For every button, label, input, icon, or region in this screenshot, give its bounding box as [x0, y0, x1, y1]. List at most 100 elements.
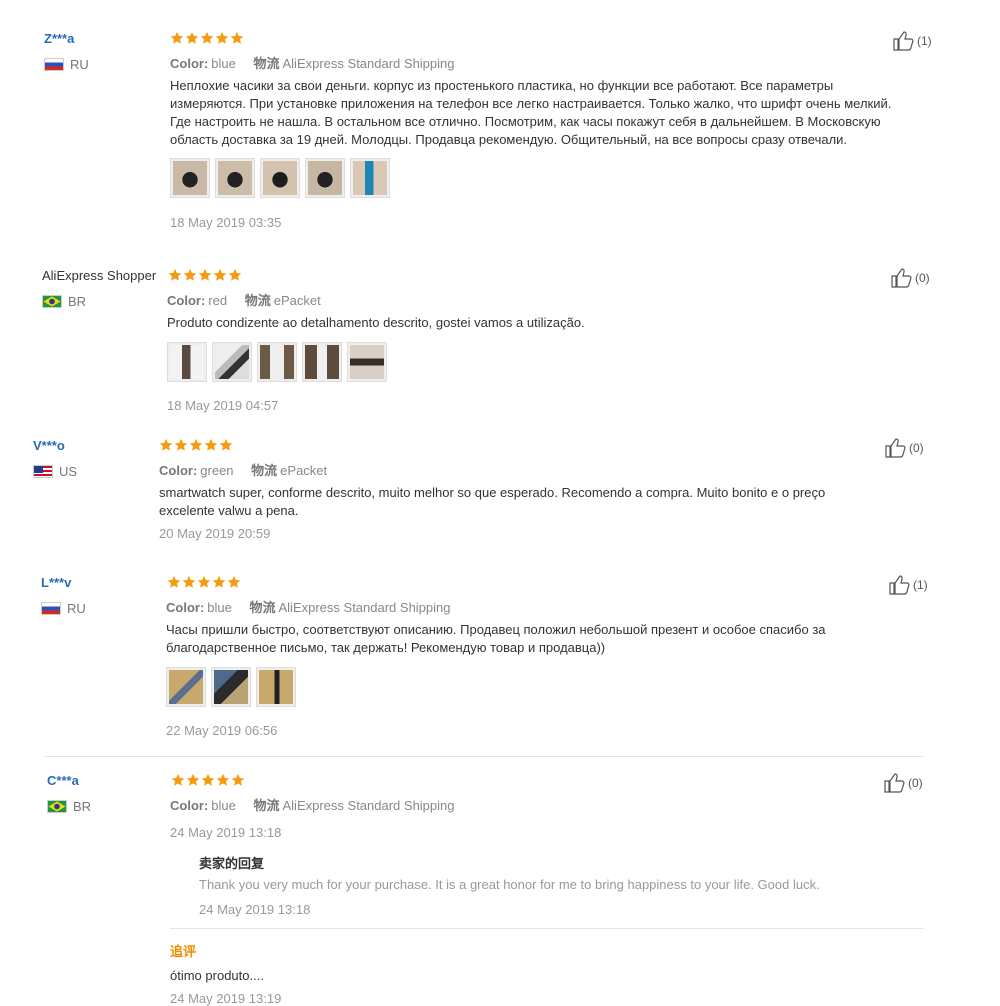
reviewer-country: BR — [42, 294, 86, 309]
seller-reply-date: 24 May 2019 13:18 — [199, 902, 311, 917]
usa-flag-icon — [33, 465, 53, 478]
review-text-line: Produto condizente ao detalhamento descr… — [167, 315, 585, 330]
helpful-button[interactable]: (1) — [893, 31, 932, 51]
shipping-value: ePacket — [273, 293, 321, 308]
review-date: 24 May 2019 13:18 — [170, 825, 282, 840]
color-label: Color: — [170, 56, 209, 71]
star-icon — [185, 31, 199, 44]
helpful-button[interactable]: (0) — [891, 268, 930, 288]
color-value: red — [208, 293, 228, 308]
shipping-value: AliExpress Standard Shipping — [278, 600, 451, 615]
review-text-line: Часы пришли быстро, соответствуют описан… — [166, 622, 826, 637]
star-rating — [170, 31, 244, 45]
review-photo[interactable] — [170, 158, 210, 198]
reviewer-name[interactable]: Z***a — [44, 31, 74, 46]
star-icon — [182, 575, 196, 588]
shipping-value: AliExpress Standard Shipping — [282, 56, 455, 71]
star-rating — [167, 575, 241, 589]
review-photo[interactable] — [215, 158, 255, 198]
reviewer-country: BR — [47, 799, 91, 814]
helpful-count: (1) — [913, 578, 928, 592]
helpful-count: (0) — [908, 776, 923, 790]
star-icon — [231, 773, 245, 786]
review-meta: Color: red 物流 ePacket — [167, 290, 335, 309]
review-photo[interactable] — [347, 342, 387, 382]
thumbs-up-icon — [884, 773, 905, 793]
helpful-count: (0) — [915, 271, 930, 285]
review-photos — [166, 667, 296, 707]
star-icon — [200, 31, 214, 44]
star-icon — [197, 575, 211, 588]
star-icon — [170, 31, 184, 44]
color-label: Color: — [170, 798, 209, 813]
brazil-flag-icon — [42, 295, 62, 308]
star-rating — [159, 438, 233, 452]
star-rating — [168, 268, 242, 282]
thumbs-up-icon — [893, 31, 914, 51]
country-code: US — [59, 464, 78, 479]
reviewer-name[interactable]: C***a — [47, 773, 79, 788]
review-text-line: область доставка за 19 дней. Молодцы. Пр… — [170, 132, 848, 147]
color-value: blue — [211, 798, 236, 813]
review-photo[interactable] — [260, 158, 300, 198]
reviewer-country: RU — [41, 601, 86, 616]
star-rating — [171, 773, 245, 787]
shipping-value: AliExpress Standard Shipping — [282, 798, 455, 813]
shipping-label: 物流 — [253, 798, 280, 813]
seller-reply-title: 卖家的回复 — [199, 856, 265, 871]
helpful-button[interactable]: (1) — [889, 575, 928, 595]
country-code: BR — [73, 799, 92, 814]
review-photos — [170, 158, 390, 198]
review-photo[interactable] — [256, 667, 296, 707]
review-text: Produto condizente ao detalhamento descr… — [167, 314, 585, 332]
star-icon — [213, 268, 227, 281]
review-text-line: благодарственное письмо, так держать! Ре… — [166, 640, 606, 655]
review-photo[interactable] — [212, 342, 252, 382]
reviewer-country: RU — [44, 57, 89, 72]
review-photo[interactable] — [211, 667, 251, 707]
seller-reply-text: Thank you very much for your purchase. I… — [199, 877, 820, 892]
color-value: green — [200, 463, 234, 478]
brazil-flag-icon — [47, 800, 67, 813]
review-text-line: Где настроить не нашла. В остальном все … — [170, 114, 881, 129]
shipping-label: 物流 — [251, 463, 278, 478]
review-text-line: excelente valwu a pena. — [159, 503, 299, 518]
helpful-button[interactable]: (0) — [885, 438, 924, 458]
russia-flag-icon — [41, 602, 61, 615]
review-text: Часы пришли быстро, соответствуют описан… — [166, 621, 826, 657]
star-icon — [212, 575, 226, 588]
review-photos — [167, 342, 387, 382]
thumbs-up-icon — [885, 438, 906, 458]
reviewer-name[interactable]: AliExpress Shopper — [42, 268, 156, 283]
star-icon — [230, 31, 244, 44]
star-icon — [183, 268, 197, 281]
russia-flag-icon — [44, 58, 64, 71]
thumbs-up-icon — [891, 268, 912, 288]
reviewer-name[interactable]: V***o — [33, 438, 65, 453]
star-icon — [227, 575, 241, 588]
color-label: Color: — [159, 463, 198, 478]
reviewer-name[interactable]: L***v — [41, 575, 71, 590]
review-divider — [44, 756, 924, 757]
review-photo[interactable] — [305, 158, 345, 198]
color-value: blue — [207, 600, 232, 615]
review-photo[interactable] — [350, 158, 390, 198]
helpful-count: (1) — [917, 34, 932, 48]
shipping-label: 物流 — [253, 56, 280, 71]
review-meta: Color: blue 物流 AliExpress Standard Shippin… — [170, 795, 469, 814]
review-meta: Color: blue 物流 AliExpress Standard Shippin… — [170, 53, 469, 72]
review-date: 20 May 2019 20:59 — [159, 526, 271, 541]
star-icon — [167, 575, 181, 588]
country-code: RU — [70, 57, 89, 72]
review-text-line: измеряются. При установке приложения на … — [170, 96, 892, 111]
color-label: Color: — [166, 600, 205, 615]
review-photo[interactable] — [167, 342, 207, 382]
star-icon — [219, 438, 233, 451]
star-icon — [228, 268, 242, 281]
review-photo[interactable] — [302, 342, 342, 382]
review-text-line: smartwatch super, conforme descrito, mui… — [159, 485, 826, 500]
review-photo[interactable] — [166, 667, 206, 707]
review-photo[interactable] — [257, 342, 297, 382]
helpful-button[interactable]: (0) — [884, 773, 923, 793]
star-icon — [189, 438, 203, 451]
